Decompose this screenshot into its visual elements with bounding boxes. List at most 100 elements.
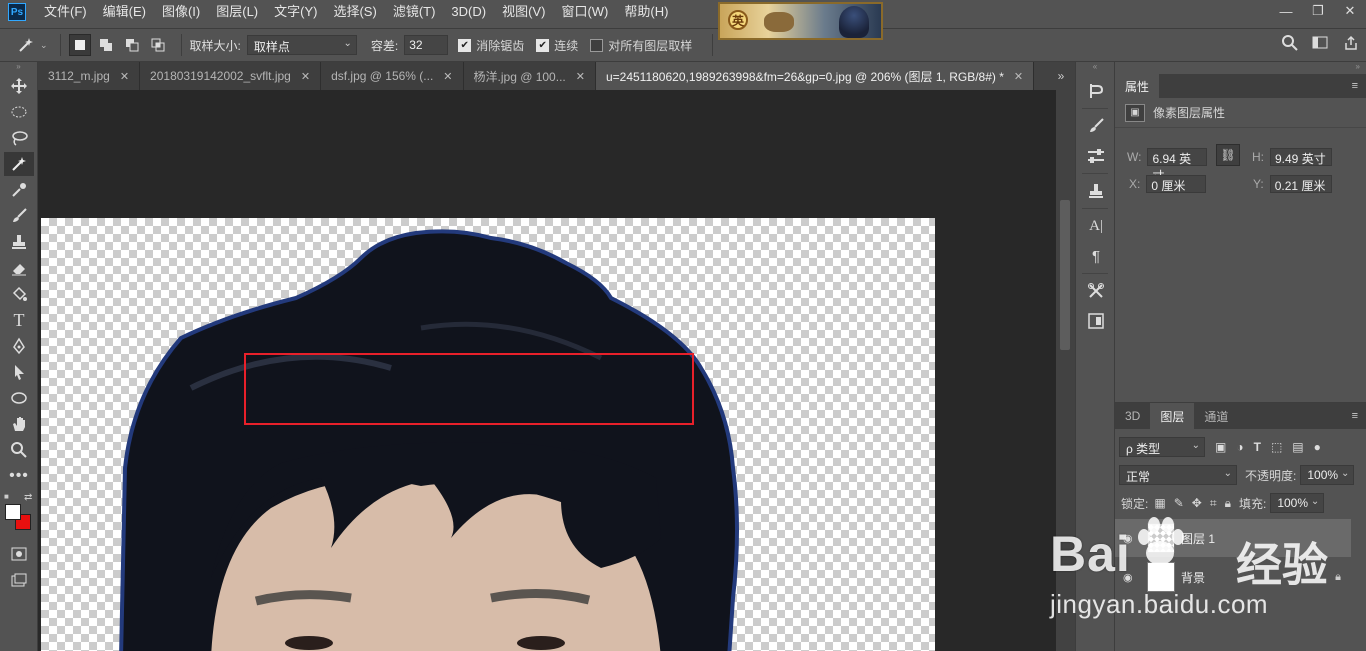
eye-icon[interactable]: ◉: [1123, 532, 1141, 545]
close-icon[interactable]: ✕: [120, 70, 129, 83]
vertical-scrollbar[interactable]: [1056, 90, 1075, 651]
menu-help[interactable]: 帮助(H): [616, 0, 676, 24]
move-tool-icon[interactable]: [4, 74, 34, 98]
close-icon[interactable]: ✕: [576, 70, 585, 83]
tab-document[interactable]: dsf.jpg @ 156% (... ✕: [321, 62, 464, 90]
blend-mode-select[interactable]: 正常 ⌄: [1119, 465, 1237, 485]
adjustments-icon[interactable]: [1081, 143, 1111, 169]
tab-document[interactable]: 3112_m.jpg ✕: [38, 62, 141, 90]
panel-grip-icon[interactable]: «: [1076, 62, 1114, 74]
brush-tool-icon[interactable]: [4, 204, 34, 228]
new-selection-icon[interactable]: [68, 34, 91, 56]
antialias-option[interactable]: ✔ 消除锯齿: [458, 37, 524, 54]
tab-properties[interactable]: 属性: [1115, 74, 1160, 98]
width-input[interactable]: 6.94 英寸: [1147, 148, 1208, 183]
pen-tool-icon[interactable]: [4, 334, 34, 358]
smart-object-filter-icon[interactable]: ▤: [1292, 440, 1303, 454]
default-colors-icon[interactable]: ■: [4, 492, 9, 501]
scrollbar-thumb[interactable]: [1060, 200, 1070, 350]
layer-row-active[interactable]: ◉ 图层 1: [1115, 519, 1351, 557]
close-icon[interactable]: ✕: [1014, 70, 1023, 83]
tab-layers[interactable]: 图层: [1150, 403, 1195, 429]
link-icon[interactable]: ⛓: [1216, 144, 1240, 166]
menu-layer[interactable]: 图层(L): [208, 0, 266, 24]
restore-button[interactable]: ❐: [1302, 0, 1334, 22]
panel-grip-icon[interactable]: »: [0, 62, 37, 72]
adjustment-filter-icon[interactable]: ◑: [1236, 440, 1243, 454]
navigator-icon[interactable]: [1081, 308, 1111, 334]
ellipse-tool-icon[interactable]: [4, 386, 34, 410]
fill-input[interactable]: 100% ⌄: [1270, 493, 1325, 513]
menu-type[interactable]: 文字(Y): [266, 0, 325, 24]
menu-file[interactable]: 文件(F): [36, 0, 95, 24]
subtract-selection-icon[interactable]: [121, 34, 143, 56]
more-tools-icon[interactable]: •••: [4, 464, 34, 488]
path-selection-tool-icon[interactable]: [4, 360, 34, 384]
y-input[interactable]: 0.21 厘米: [1269, 175, 1332, 193]
eye-icon[interactable]: ◉: [1123, 571, 1141, 584]
swap-colors-icon[interactable]: ⇄: [24, 492, 32, 503]
add-to-selection-icon[interactable]: [95, 34, 117, 56]
foreground-color-swatch[interactable]: [5, 504, 21, 520]
menu-image[interactable]: 图像(I): [154, 0, 208, 24]
tab-channels[interactable]: 通道: [1194, 403, 1238, 429]
image-filter-icon[interactable]: ▣: [1215, 440, 1226, 454]
lock-all-icon[interactable]: 🔒︎: [1225, 496, 1231, 511]
eraser-tool-icon[interactable]: [4, 256, 34, 280]
brush-settings-icon[interactable]: [1081, 113, 1111, 139]
magic-wand-icon[interactable]: [16, 35, 36, 55]
lock-image-icon[interactable]: ✎: [1174, 496, 1184, 510]
lasso-tool-icon[interactable]: [4, 126, 34, 150]
close-icon[interactable]: ✕: [301, 70, 310, 83]
menu-view[interactable]: 视图(V): [494, 0, 553, 24]
stamp-tool-icon[interactable]: [4, 230, 34, 254]
tab-document[interactable]: 杨洋.jpg @ 100... ✕: [463, 62, 596, 90]
minimize-button[interactable]: —: [1270, 0, 1302, 22]
menu-3d[interactable]: 3D(D): [443, 0, 494, 24]
contiguous-option[interactable]: ✔ 连续: [536, 37, 578, 54]
sample-size-select[interactable]: 取样点 ⌄: [246, 35, 357, 55]
sample-all-layers-option[interactable]: 对所有图层取样: [590, 37, 692, 54]
close-button[interactable]: ✕: [1334, 0, 1366, 22]
hand-tool-icon[interactable]: [4, 412, 34, 436]
tool-preset-chevron-icon[interactable]: ⌄: [40, 40, 48, 51]
screen-mode-icon[interactable]: [4, 568, 34, 592]
search-icon[interactable]: [1282, 35, 1298, 54]
shape-filter-icon[interactable]: ⬚: [1271, 440, 1282, 454]
sample-all-layers-checkbox[interactable]: [590, 38, 604, 52]
close-icon[interactable]: ✕: [443, 70, 452, 83]
lock-artboard-icon[interactable]: ⌗: [1210, 496, 1217, 511]
layer-filter-select[interactable]: ρ 类型 ⌄: [1119, 437, 1205, 457]
tool-presets-icon[interactable]: [1081, 278, 1111, 304]
panel-menu-icon[interactable]: ≡: [1344, 74, 1366, 98]
antialias-checkbox[interactable]: ✔: [458, 38, 472, 52]
x-input[interactable]: 0 厘米: [1146, 175, 1207, 193]
canvas-area[interactable]: [38, 90, 1056, 651]
intersect-selection-icon[interactable]: [147, 34, 169, 56]
tolerance-input[interactable]: 32: [404, 35, 449, 55]
lock-position-icon[interactable]: ✥: [1192, 496, 1202, 510]
panel-menu-icon[interactable]: ≡: [1344, 403, 1366, 429]
marquee-tool-icon[interactable]: [4, 100, 34, 124]
opacity-input[interactable]: 100% ⌄: [1300, 465, 1355, 485]
type-tool-icon[interactable]: T: [4, 308, 34, 332]
menu-window[interactable]: 窗口(W): [553, 0, 616, 24]
tab-document[interactable]: 20180319142002_svflt.jpg ✕: [140, 62, 322, 90]
tab-3d[interactable]: 3D: [1115, 403, 1150, 429]
character-icon[interactable]: A|: [1081, 213, 1111, 239]
paint-bucket-tool-icon[interactable]: [4, 282, 34, 306]
height-input[interactable]: 9.49 英寸: [1270, 148, 1332, 166]
document-canvas[interactable]: [41, 218, 935, 651]
lock-transparent-icon[interactable]: ▦: [1154, 496, 1165, 510]
tab-document-active[interactable]: u=2451180620,1989263998&fm=26&gp=0.jpg @…: [595, 62, 1035, 90]
workspace-icon[interactable]: [1312, 35, 1330, 54]
clone-source-icon[interactable]: [1081, 178, 1111, 204]
contiguous-checkbox[interactable]: ✔: [536, 38, 550, 52]
paragraph-icon[interactable]: ¶: [1081, 243, 1111, 269]
menu-edit[interactable]: 编辑(E): [95, 0, 154, 24]
zoom-tool-icon[interactable]: [4, 438, 34, 462]
eyedropper-tool-icon[interactable]: [4, 178, 34, 202]
tabs-overflow-icon[interactable]: »: [1047, 62, 1075, 90]
share-icon[interactable]: [1344, 35, 1358, 54]
menu-filter[interactable]: 滤镜(T): [385, 0, 444, 24]
